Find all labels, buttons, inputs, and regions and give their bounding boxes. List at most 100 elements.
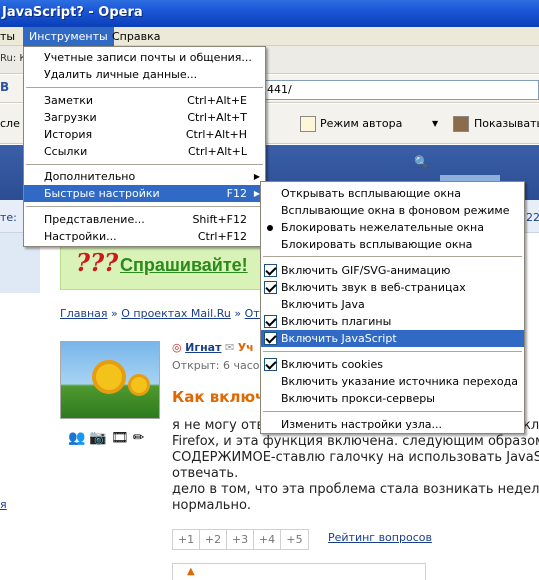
menu-item-label: Быстрые настройки — [44, 187, 160, 200]
mail-icon[interactable]: ✉ — [225, 341, 234, 354]
menu-item-label: Удалить личные данные... — [44, 68, 198, 81]
rate-plus-4[interactable]: +4 — [254, 530, 281, 549]
breadcrumb-projects[interactable]: О проектах Mail.Ru — [121, 307, 231, 320]
pref-gif-animation[interactable]: Включить GIF/SVG-анимацию — [261, 262, 524, 279]
breadcrumb-separator: » — [234, 307, 242, 320]
toolbar-button[interactable]: В — [0, 80, 9, 94]
pref-block-popups[interactable]: Блокировать всплывающие окна — [261, 236, 524, 253]
show-button[interactable]: Показывать — [474, 114, 539, 134]
checkbox-checked-icon — [264, 264, 277, 277]
sunflower-graphic — [128, 374, 150, 396]
menu-item-shortcut: Ctrl+Alt+T — [187, 111, 247, 124]
pref-popups-background[interactable]: Всплывающие окна в фоновом режиме — [261, 202, 524, 219]
menu-item-delete-private-data[interactable]: Удалить личные данные... — [24, 66, 265, 83]
pref-label: Включить cookies — [281, 358, 383, 371]
pref-sound[interactable]: Включить звук в веб-страницах — [261, 279, 524, 296]
breadcrumb-separator: » — [111, 307, 118, 320]
menu-item-shortcut: F12 — [226, 187, 247, 200]
menu-separator — [26, 206, 263, 207]
menu-help[interactable]: Справка — [106, 27, 166, 46]
title-bar: JavaScript? - Opera — [0, 0, 539, 27]
window-title: JavaScript? - Opera — [2, 5, 143, 20]
tools-menu: Учетные записи почты и общения... Удалит… — [23, 46, 266, 247]
show-images-icon — [453, 116, 469, 132]
menu-view[interactable]: ты — [0, 27, 21, 46]
pref-java[interactable]: Включить Java — [261, 296, 524, 313]
opened-time: Открыт: 6 часов — [172, 359, 266, 372]
rate-plus-2[interactable]: +2 — [200, 530, 227, 549]
answer-box: ▲ — [172, 563, 426, 580]
address-field[interactable]: 441/ — [262, 80, 539, 100]
menu-item-shortcut: Ctrl+Alt+L — [187, 145, 247, 158]
pref-label: Включить Java — [281, 298, 365, 311]
menu-separator — [26, 87, 263, 88]
author-name[interactable]: Игнат — [185, 341, 221, 354]
pref-block-unwanted[interactable]: Блокировать нежелательные окна — [261, 219, 524, 236]
user-action-icons[interactable]: 👥📷🎞✏ — [68, 430, 148, 446]
left-link[interactable]: я — [0, 498, 7, 511]
menu-bar: ты Инструменты Справка — [0, 27, 539, 46]
body-line: нормально. — [172, 498, 252, 513]
pref-label: Блокировать нежелательные окна — [281, 221, 484, 234]
pref-cookies[interactable]: Включить cookies — [261, 356, 524, 373]
breadcrumb-home[interactable]: Главная — [60, 307, 108, 320]
breadcrumb: Главная » О проектах Mail.Ru » Ответы — [60, 307, 288, 320]
radio-selected-icon — [267, 225, 273, 231]
author-line: ◎ Игнат ✉ Уч — [172, 341, 254, 354]
pref-proxy[interactable]: Включить прокси-серверы — [261, 390, 524, 407]
author-mode-button[interactable]: Режим автора — [320, 114, 402, 134]
menu-item-notes[interactable]: Заметки Ctrl+Alt+E — [24, 92, 265, 109]
chevron-down-icon[interactable]: ▼ — [432, 114, 438, 134]
menu-item-shortcut: Ctrl+Alt+H — [185, 128, 247, 141]
checkbox-checked-icon — [264, 281, 277, 294]
checkbox-checked-icon — [264, 332, 277, 345]
body-line: отвечать. — [172, 466, 239, 481]
pref-open-popups[interactable]: Открывать всплывающие окна — [261, 185, 524, 202]
pref-referrer[interactable]: Включить указание источника перехода — [261, 373, 524, 390]
menu-separator — [263, 411, 522, 412]
menu-item-links[interactable]: Ссылки Ctrl+Alt+L — [24, 143, 265, 160]
menu-item-history[interactable]: История Ctrl+Alt+H — [24, 126, 265, 143]
search-icon[interactable]: 🔍 — [414, 155, 429, 169]
menu-item-label: Учетные записи почты и общения... — [44, 51, 252, 64]
pref-label: Включить указание источника перехода — [281, 375, 518, 388]
pref-label: Включить звук в веб-страницах — [281, 281, 466, 294]
menu-item-shortcut: Ctrl+Alt+E — [187, 94, 247, 107]
pref-site-preferences[interactable]: Изменить настройки узла... — [261, 416, 524, 433]
checkbox-checked-icon — [264, 315, 277, 328]
quick-preferences-submenu: Открывать всплывающие окна Всплывающие о… — [260, 181, 525, 434]
menu-item-label: История — [44, 128, 93, 141]
checkbox-checked-icon — [264, 358, 277, 371]
menu-item-advanced[interactable]: Дополнительно ▶ — [24, 168, 265, 185]
screen: JavaScript? - Opera ты Инструменты Справ… — [0, 0, 539, 580]
menu-item-shortcut: Shift+F12 — [192, 213, 247, 226]
menu-separator — [263, 351, 522, 352]
menu-item-downloads[interactable]: Загрузки Ctrl+Alt+T — [24, 109, 265, 126]
rate-plus-3[interactable]: +3 — [227, 530, 254, 549]
menu-item-label: Ссылки — [44, 145, 88, 158]
pref-label: Блокировать всплывающие окна — [281, 238, 473, 251]
menu-item-label: Загрузки — [44, 111, 97, 124]
pref-plugins[interactable]: Включить плагины — [261, 313, 524, 330]
pref-label: Включить плагины — [281, 315, 392, 328]
menu-item-label: Дополнительно — [44, 170, 136, 183]
body-line: дело в том, что эта проблема стала возни… — [172, 482, 539, 497]
ask-link[interactable]: Спрашивайте! — [120, 255, 248, 276]
menu-item-label: Настройки... — [44, 230, 117, 243]
sunflower-graphic — [92, 360, 126, 394]
menu-item-preferences[interactable]: Настройки... Ctrl+F12 — [24, 228, 265, 245]
pref-javascript[interactable]: Включить JavaScript — [261, 330, 524, 347]
rate-plus-1[interactable]: +1 — [173, 530, 200, 549]
rating-link[interactable]: Рейтинг вопросов — [328, 531, 432, 544]
body-tail: кл — [523, 418, 539, 433]
rate-plus-5[interactable]: +5 — [281, 530, 308, 549]
menu-item-mail-accounts[interactable]: Учетные записи почты и общения... — [24, 49, 265, 66]
subheader-count: 22 — [526, 211, 539, 224]
body-line: СОДЕРЖИМОЕ-ставлю галочку на использоват… — [172, 450, 539, 465]
toolbar-button-left[interactable]: сле — [0, 114, 20, 134]
menu-item-quick-preferences[interactable]: Быстрые настройки F12 ▶ — [24, 185, 265, 202]
author-mode-icon — [300, 116, 316, 132]
menu-tools[interactable]: Инструменты — [23, 27, 114, 46]
menu-item-appearance[interactable]: Представление... Shift+F12 — [24, 211, 265, 228]
pref-label: Включить JavaScript — [281, 332, 397, 345]
